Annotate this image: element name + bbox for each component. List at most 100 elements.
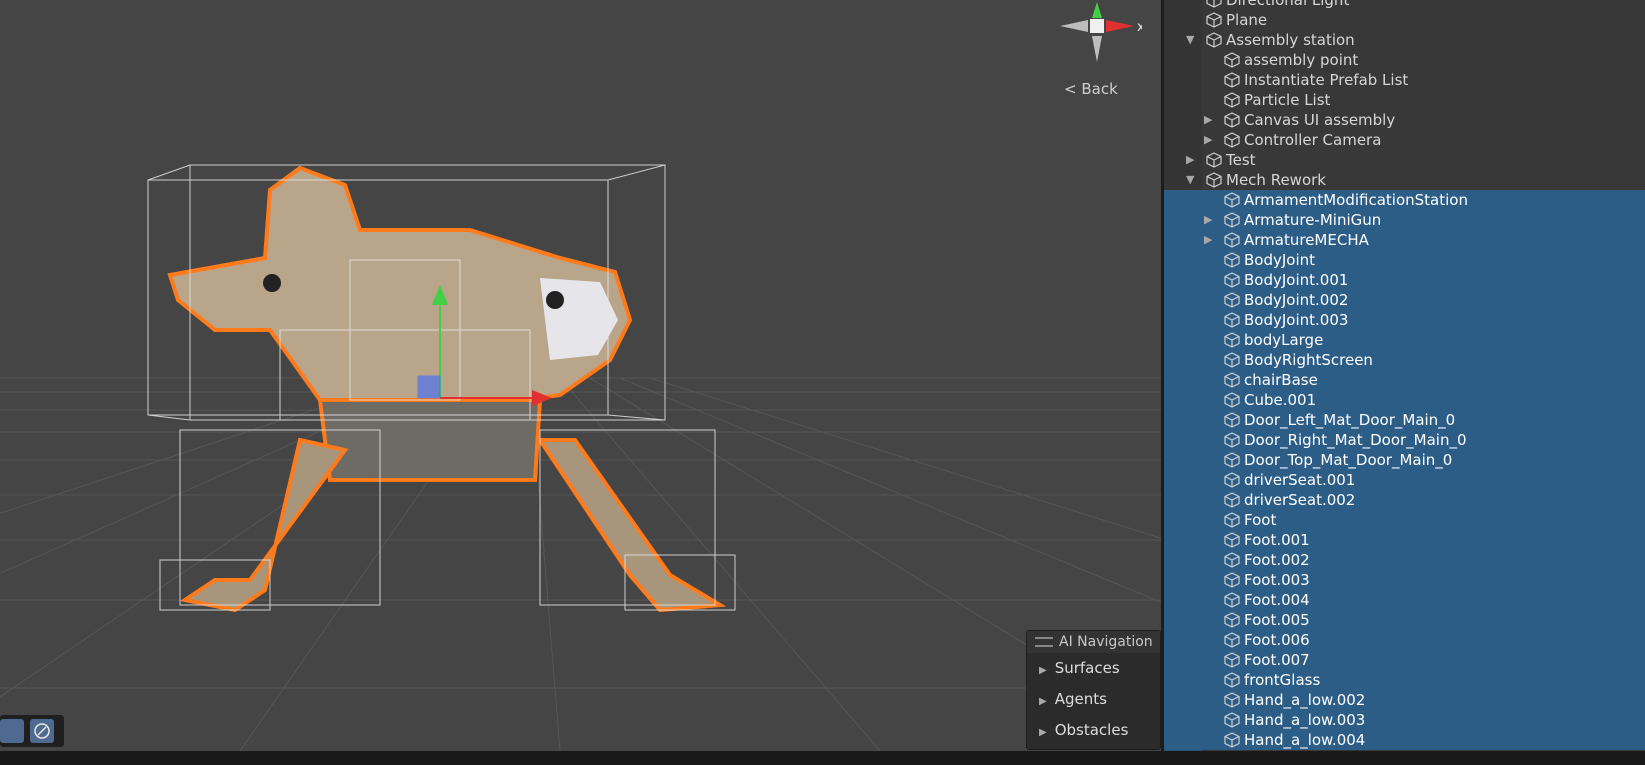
hierarchy-item[interactable]: driverSeat.002 xyxy=(1164,490,1645,510)
hierarchy-item[interactable]: Instantiate Prefab List xyxy=(1164,70,1645,90)
hierarchy-item[interactable]: Hand_a_low.003 xyxy=(1164,710,1645,730)
hierarchy-item[interactable]: ▶ ArmatureMECHA xyxy=(1164,230,1645,250)
hierarchy-item[interactable]: Door_Right_Mat_Door_Main_0 xyxy=(1164,430,1645,450)
hierarchy-item-label: Hand_a_low.002 xyxy=(1244,691,1366,709)
hierarchy-item[interactable]: ArmamentModificationStation xyxy=(1164,190,1645,210)
hierarchy-item[interactable]: Hand_a_low.004 xyxy=(1164,730,1645,750)
gameobject-cube-icon xyxy=(1224,592,1240,608)
hierarchy-item[interactable]: BodyRightScreen xyxy=(1164,350,1645,370)
hierarchy-item-label: Particle List xyxy=(1244,91,1331,109)
gameobject-cube-icon xyxy=(1224,332,1240,348)
drag-handle-icon[interactable] xyxy=(1035,637,1053,647)
hierarchy-item-label: driverSeat.002 xyxy=(1244,491,1356,509)
gameobject-cube-icon xyxy=(1224,92,1240,108)
gameobject-cube-icon xyxy=(1206,12,1222,28)
ai-navigation-overlay: AI Navigation ▶ Surfaces ▶ Agents ▶ Obstacl… xyxy=(1026,630,1161,750)
hierarchy-item[interactable]: Foot xyxy=(1164,510,1645,530)
tool-toggle-button[interactable] xyxy=(0,719,24,743)
hierarchy-item[interactable]: Particle List xyxy=(1164,90,1645,110)
hierarchy-item[interactable]: ▼ Assembly station xyxy=(1164,30,1645,50)
gameobject-cube-icon xyxy=(1224,672,1240,688)
hierarchy-item[interactable]: Plane xyxy=(1164,10,1645,30)
hierarchy-item[interactable]: BodyJoint xyxy=(1164,250,1645,270)
hierarchy-item[interactable]: Foot.003 xyxy=(1164,570,1645,590)
fold-open-icon[interactable]: ▼ xyxy=(1186,170,1194,190)
hierarchy-item-label: Foot.005 xyxy=(1244,611,1310,629)
hierarchy-item[interactable]: Foot.006 xyxy=(1164,630,1645,650)
view-tool-button[interactable] xyxy=(30,719,54,743)
gameobject-cube-icon xyxy=(1224,72,1240,88)
scene-viewport[interactable] xyxy=(0,0,1162,751)
scene-view[interactable]: x < Back AI Navigation ▶ Surfaces ▶ Agents… xyxy=(0,0,1162,751)
hierarchy-item[interactable]: driverSeat.001 xyxy=(1164,470,1645,490)
hierarchy-item[interactable]: BodyJoint.002 xyxy=(1164,290,1645,310)
gameobject-cube-icon xyxy=(1206,172,1222,188)
fold-closed-icon[interactable]: ▶ xyxy=(1204,210,1212,230)
expand-arrow-icon[interactable]: ▶ xyxy=(1039,727,1047,738)
ai-nav-agents[interactable]: ▶ Agents xyxy=(1027,684,1160,715)
expand-arrow-icon[interactable]: ▶ xyxy=(1039,696,1047,707)
hierarchy-item[interactable]: Door_Left_Mat_Door_Main_0 xyxy=(1164,410,1645,430)
gameobject-cube-icon xyxy=(1206,32,1222,48)
gameobject-cube-icon xyxy=(1224,192,1240,208)
hierarchy-item-label: Cube.001 xyxy=(1244,391,1317,409)
fold-closed-icon[interactable]: ▶ xyxy=(1186,150,1194,170)
hierarchy-item-label: frontGlass xyxy=(1244,671,1321,689)
gameobject-cube-icon xyxy=(1224,632,1240,648)
hierarchy-item[interactable]: Foot.007 xyxy=(1164,650,1645,670)
hierarchy-item[interactable]: ▶ Test xyxy=(1164,150,1645,170)
hierarchy-item[interactable]: BodyJoint.003 xyxy=(1164,310,1645,330)
axis-x-label: x xyxy=(1137,20,1142,35)
hierarchy-item[interactable]: Hand_a_low.002 xyxy=(1164,690,1645,710)
hierarchy-item[interactable]: Foot.001 xyxy=(1164,530,1645,550)
hierarchy-item[interactable]: frontGlass xyxy=(1164,670,1645,690)
hierarchy-item-label: BodyJoint.001 xyxy=(1244,271,1349,289)
hierarchy-item-label: ArmatureMECHA xyxy=(1244,231,1369,249)
gameobject-cube-icon xyxy=(1224,352,1240,368)
gameobject-cube-icon xyxy=(1224,712,1240,728)
ai-nav-obstacles[interactable]: ▶ Obstacles xyxy=(1027,715,1160,746)
hierarchy-item-label: Canvas UI assembly xyxy=(1244,111,1396,129)
hierarchy-item-label: BodyRightScreen xyxy=(1244,351,1373,369)
hierarchy-item[interactable]: bodyLarge xyxy=(1164,330,1645,350)
back-button[interactable]: < Back xyxy=(1064,80,1118,98)
gameobject-cube-icon xyxy=(1224,112,1240,128)
hierarchy-item[interactable]: Foot.005 xyxy=(1164,610,1645,630)
gameobject-cube-icon xyxy=(1224,252,1240,268)
hierarchy-panel: Directional Light Plane ▼ Assembly station a… xyxy=(1164,0,1645,751)
orientation-gizmo[interactable]: x xyxy=(1052,0,1145,70)
gameobject-cube-icon xyxy=(1224,132,1240,148)
fold-closed-icon[interactable]: ▶ xyxy=(1204,130,1212,150)
hierarchy-item[interactable]: ▶ Canvas UI assembly xyxy=(1164,110,1645,130)
hierarchy-item[interactable]: Directional Light xyxy=(1164,0,1645,10)
hierarchy-item-label: Mech Rework xyxy=(1226,171,1326,189)
gameobject-cube-icon xyxy=(1224,452,1240,468)
axis-x-cone-icon xyxy=(1106,20,1134,32)
ai-navigation-title[interactable]: AI Navigation xyxy=(1027,631,1160,653)
hierarchy-item[interactable]: chairBase xyxy=(1164,370,1645,390)
hierarchy-item[interactable]: Foot.002 xyxy=(1164,550,1645,570)
hierarchy-item[interactable]: ▶ Controller Camera xyxy=(1164,130,1645,150)
fold-closed-icon[interactable]: ▶ xyxy=(1204,110,1212,130)
gameobject-cube-icon xyxy=(1206,152,1222,168)
fold-closed-icon[interactable]: ▶ xyxy=(1204,230,1212,250)
hierarchy-item-label: Assembly station xyxy=(1226,31,1355,49)
hierarchy-item-label: Hand_a_low.003 xyxy=(1244,711,1366,729)
ai-nav-surfaces[interactable]: ▶ Surfaces xyxy=(1027,653,1160,684)
hierarchy-item-label: BodyJoint.002 xyxy=(1244,291,1349,309)
hierarchy-item[interactable]: assembly point xyxy=(1164,50,1645,70)
hierarchy-item[interactable]: Cube.001 xyxy=(1164,390,1645,410)
ai-nav-item-label: Obstacles xyxy=(1054,721,1129,739)
hierarchy-item[interactable]: BodyJoint.001 xyxy=(1164,270,1645,290)
hierarchy-item-label: Door_Left_Mat_Door_Main_0 xyxy=(1244,411,1456,429)
expand-arrow-icon[interactable]: ▶ xyxy=(1039,665,1047,676)
hierarchy-item-label: Foot.007 xyxy=(1244,651,1310,669)
compass-icon xyxy=(34,723,50,739)
gameobject-cube-icon xyxy=(1224,652,1240,668)
fold-open-icon[interactable]: ▼ xyxy=(1186,30,1194,50)
hierarchy-item[interactable]: ▼ Mech Rework xyxy=(1164,170,1645,190)
hierarchy-item-label: Foot.001 xyxy=(1244,531,1310,549)
hierarchy-item[interactable]: ▶ Armature-MiniGun xyxy=(1164,210,1645,230)
hierarchy-item[interactable]: Door_Top_Mat_Door_Main_0 xyxy=(1164,450,1645,470)
hierarchy-item[interactable]: Foot.004 xyxy=(1164,590,1645,610)
